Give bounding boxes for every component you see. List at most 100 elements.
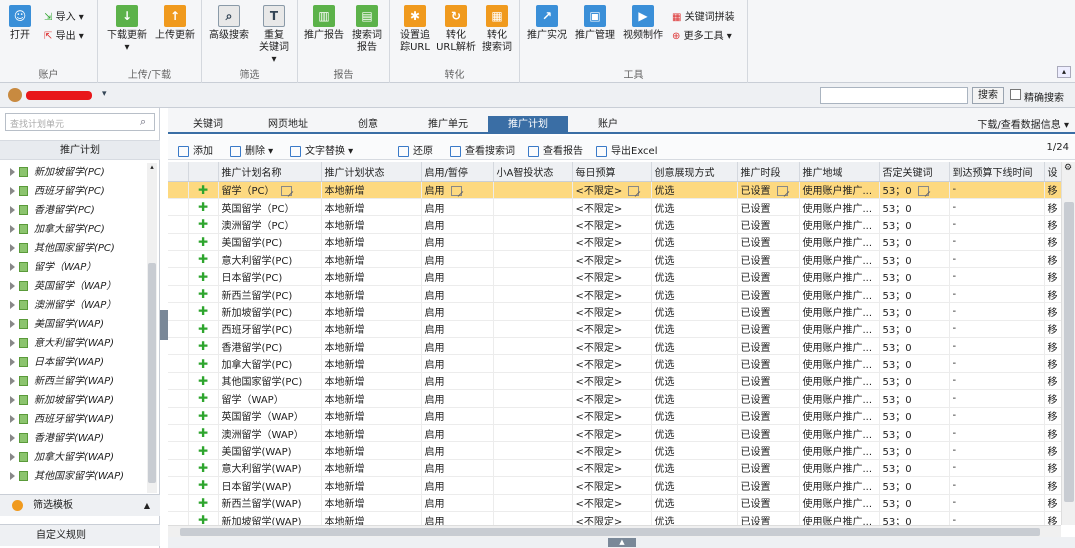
expand-arrow-icon[interactable] (10, 301, 15, 309)
tree-item[interactable]: 澳洲留学（WAP） (0, 296, 148, 315)
table-cell[interactable]: 澳洲留学（WAP） (218, 424, 322, 443)
search-term-report-button[interactable]: ▤ 搜索词 报告 (348, 5, 386, 54)
table-cell[interactable]: - (949, 250, 1045, 269)
table-cell[interactable]: <不限定> (572, 198, 652, 217)
table-cell[interactable]: 使用账户推广... (799, 494, 880, 512)
table-cell[interactable]: <不限定> (572, 285, 652, 304)
tree-item[interactable]: 加拿大留学(PC) (0, 220, 148, 239)
table-cell[interactable]: 已设置 (737, 337, 800, 356)
search-icon[interactable]: ⌕ (140, 115, 146, 129)
table-cell[interactable] (493, 267, 573, 286)
table-cell[interactable]: 英国留学（PC） (218, 198, 322, 217)
tree-item[interactable]: 西班牙留学(WAP) (0, 410, 148, 429)
table-cell[interactable]: 西班牙留学(PC) (218, 320, 322, 339)
table-vscrollbar[interactable]: ⚙ (1061, 162, 1075, 525)
table-cell[interactable]: 本地新增 (321, 424, 422, 443)
export-button[interactable]: ⇱ 导出 ▾ (44, 27, 84, 42)
table-cell[interactable]: 其他国家留学(PC) (218, 372, 322, 391)
table-cell[interactable]: <不限定> (572, 181, 652, 199)
table-cell[interactable]: 使用账户推广... (799, 389, 880, 408)
expand-arrow-icon[interactable] (10, 377, 15, 385)
table-cell[interactable]: 53；0 (879, 302, 950, 321)
table-cell[interactable]: 启用 (421, 337, 494, 356)
table-cell[interactable]: 使用账户推广... (799, 250, 880, 269)
expand-arrow-icon[interactable] (10, 396, 15, 404)
table-cell[interactable]: 已设置 (737, 320, 800, 339)
expand-plus-icon[interactable]: ✚ (188, 302, 219, 321)
exact-search-checkbox[interactable] (1010, 89, 1021, 100)
table-cell[interactable] (493, 494, 573, 512)
expand-plus-icon[interactable]: ✚ (188, 511, 219, 525)
table-cell[interactable]: 本地新增 (321, 215, 422, 234)
expand-arrow-icon[interactable] (10, 434, 15, 442)
table-cell[interactable]: 加拿大留学(PC) (218, 354, 322, 373)
expand-plus-icon[interactable]: ✚ (188, 424, 219, 443)
table-cell[interactable] (493, 285, 573, 304)
table-cell[interactable]: 本地新增 (321, 198, 422, 217)
table-cell[interactable]: 优选 (651, 389, 738, 408)
table-cell[interactable] (493, 476, 573, 495)
table-cell[interactable]: 启用 (421, 354, 494, 373)
expand-plus-icon[interactable]: ✚ (188, 267, 219, 286)
table-cell[interactable]: 美国留学(PC) (218, 233, 322, 252)
table-cell[interactable]: 使用账户推广... (799, 320, 880, 339)
table-cell[interactable]: - (949, 285, 1045, 304)
tree-item[interactable]: 加拿大留学(WAP) (0, 448, 148, 467)
expand-arrow-icon[interactable] (10, 453, 15, 461)
table-cell[interactable]: - (949, 198, 1045, 217)
table-cell[interactable]: 优选 (651, 372, 738, 391)
table-cell[interactable]: 使用账户推广... (799, 285, 880, 304)
table-cell[interactable]: 使用账户推广... (799, 372, 880, 391)
tree-item[interactable]: 新加坡留学(WAP) (0, 391, 148, 410)
table-row[interactable]: ✚ 意大利留学(PC) 本地新增 启用 <不限定> 优选 已设置 使用账户推广... 53；0-… (168, 250, 1063, 269)
table-cell[interactable] (493, 198, 573, 217)
expand-plus-icon[interactable]: ✚ (188, 441, 219, 460)
edit-pencil-icon[interactable] (917, 186, 929, 197)
table-cell[interactable]: 53；0 (879, 354, 950, 373)
table-cell[interactable]: 本地新增 (321, 233, 422, 252)
table-cell[interactable]: - (949, 181, 1045, 199)
table-cell[interactable]: 本地新增 (321, 459, 422, 478)
table-cell[interactable]: - (949, 459, 1045, 478)
table-vscroll-thumb[interactable] (1064, 202, 1074, 502)
table-cell[interactable]: 启用 (421, 459, 494, 478)
table-cell[interactable]: 启用 (421, 494, 494, 512)
table-cell[interactable]: - (949, 476, 1045, 495)
table-cell[interactable]: 英国留学（WAP） (218, 407, 322, 425)
column-header[interactable]: 到达预算下线时间 (949, 162, 1045, 182)
column-header[interactable]: 否定关键词 (879, 162, 950, 182)
table-cell[interactable]: <不限定> (572, 441, 652, 460)
column-header[interactable]: 推广计划状态 (321, 162, 422, 182)
table-cell[interactable]: 已设置 (737, 267, 800, 286)
tab-item[interactable]: 推广计划 (488, 116, 568, 134)
table-cell[interactable]: 启用 (421, 267, 494, 286)
table-cell[interactable]: <不限定> (572, 424, 652, 443)
settings-gear-icon[interactable]: ⚙ (1064, 163, 1072, 173)
table-cell[interactable]: 优选 (651, 354, 738, 373)
table-row[interactable]: ✚ 留学（PC） 本地新增 启用 <不限定> 优选 已设置 使用账户推广... 53；0- 移 (168, 181, 1063, 199)
table-cell[interactable]: 53；0 (879, 181, 950, 199)
table-cell[interactable]: 使用账户推广... (799, 233, 880, 252)
table-cell[interactable]: 53；0 (879, 441, 950, 460)
table-cell[interactable]: 启用 (421, 181, 494, 199)
table-cell[interactable]: 使用账户推广... (799, 354, 880, 373)
table-cell[interactable]: 优选 (651, 459, 738, 478)
custom-rule-panel[interactable]: 自定义规则 (0, 524, 160, 546)
table-hscrollbar[interactable] (168, 525, 1061, 537)
table-cell[interactable]: 启用 (421, 215, 494, 234)
table-cell[interactable]: 本地新增 (321, 337, 422, 356)
advanced-search-button[interactable]: ⌕ 高级搜索 (208, 5, 250, 42)
table-cell[interactable]: 新西兰留学(PC) (218, 285, 322, 304)
table-cell[interactable]: 53；0 (879, 511, 950, 525)
table-cell[interactable]: <不限定> (572, 354, 652, 373)
tree-item[interactable]: 日本留学(WAP) (0, 353, 148, 372)
table-cell[interactable] (493, 302, 573, 321)
table-cell[interactable]: 已设置 (737, 389, 800, 408)
tree-item[interactable]: 新西兰留学(WAP) (0, 372, 148, 391)
tree-item[interactable]: 美国留学(WAP) (0, 315, 148, 334)
download-view-data-link[interactable]: 下载/查看数据信息 ▾ (977, 116, 1069, 131)
expand-arrow-icon[interactable] (10, 320, 15, 328)
table-cell[interactable]: <不限定> (572, 372, 652, 391)
table-cell[interactable]: - (949, 441, 1045, 460)
table-cell[interactable]: 使用账户推广... (799, 441, 880, 460)
